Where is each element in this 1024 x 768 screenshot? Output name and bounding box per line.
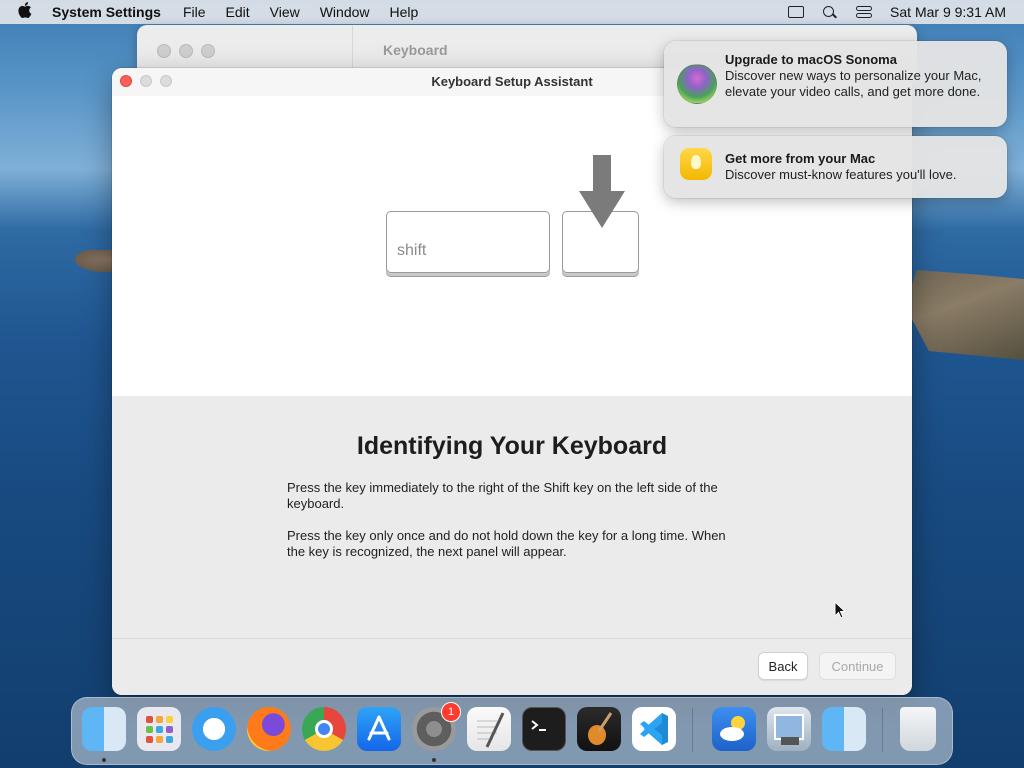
dock-separator <box>882 708 883 752</box>
firefox-icon[interactable] <box>247 707 291 751</box>
notification-body: Discover new ways to personalize your Ma… <box>725 68 982 99</box>
dock-separator <box>692 708 693 752</box>
control-center-icon[interactable] <box>856 5 873 19</box>
menu-extras: Sat Mar 9 9:31 AM <box>788 4 1006 20</box>
continue-button: Continue <box>819 652 896 680</box>
garageband-icon[interactable] <box>577 707 621 751</box>
running-indicator <box>432 758 436 762</box>
vscode-icon[interactable] <box>632 707 676 751</box>
running-indicator <box>102 758 106 762</box>
background-window-title: Keyboard <box>383 42 448 58</box>
finder-icon[interactable] <box>822 707 866 751</box>
notification-title: Get more from your Mac <box>725 151 876 166</box>
spotlight-search-icon[interactable] <box>822 5 838 19</box>
chrome-icon[interactable] <box>302 707 346 751</box>
notification-upgrade-sonoma[interactable]: Upgrade to macOS Sonoma Discover new way… <box>664 41 1007 127</box>
menu-app-name[interactable]: System Settings <box>52 4 161 20</box>
notification-badge: 1 <box>441 702 461 722</box>
menu-view[interactable]: View <box>270 4 300 20</box>
traffic-lights-inactive <box>157 44 215 58</box>
wallpaper-cliff-right <box>905 270 1024 360</box>
menu-bar: System Settings File Edit View Window He… <box>0 0 1024 24</box>
notification-tips[interactable]: Get more from your Mac Discover must-kno… <box>664 136 1007 198</box>
terminal-icon[interactable] <box>522 707 566 751</box>
instruction-paragraph-2: Press the key only once and do not hold … <box>287 528 726 559</box>
launchpad-icon[interactable] <box>137 707 181 751</box>
mouse-pointer-icon <box>834 601 846 619</box>
notification-body: Discover must-know features you'll love. <box>725 167 957 182</box>
weather-icon[interactable] <box>712 707 756 751</box>
textedit-icon[interactable] <box>467 707 511 751</box>
screen-mirroring-icon[interactable] <box>788 6 805 18</box>
safari-icon[interactable] <box>192 707 236 751</box>
shift-key-label: shift <box>397 242 427 259</box>
macos-sonoma-icon <box>677 64 717 104</box>
menu-clock[interactable]: Sat Mar 9 9:31 AM <box>890 4 1006 20</box>
dock: 1 <box>71 697 953 765</box>
menu-help[interactable]: Help <box>390 4 419 20</box>
close-button-inactive[interactable] <box>157 44 171 58</box>
zoom-button-inactive[interactable] <box>201 44 215 58</box>
down-arrow-icon <box>579 155 625 228</box>
page-heading: Identifying Your Keyboard <box>356 432 668 460</box>
instruction-paragraph-1: Press the key immediately to the right o… <box>287 480 718 511</box>
app-store-icon[interactable] <box>357 707 401 751</box>
button-bar: Back Continue <box>112 638 912 695</box>
system-settings-icon[interactable]: 1 <box>412 702 461 751</box>
tips-icon <box>680 148 712 180</box>
shift-key-illustration: shift <box>386 211 550 273</box>
notification-title: Upgrade to macOS Sonoma <box>725 52 897 67</box>
finder-icon[interactable] <box>82 707 126 751</box>
menu-file[interactable]: File <box>183 4 206 20</box>
back-button[interactable]: Back <box>758 652 808 680</box>
minimize-button-inactive[interactable] <box>179 44 193 58</box>
menu-edit[interactable]: Edit <box>226 4 250 20</box>
trash-icon[interactable] <box>900 707 936 751</box>
instructions-panel: Identifying Your Keyboard Press the key … <box>112 396 912 638</box>
menu-window[interactable]: Window <box>320 4 370 20</box>
apple-menu-icon[interactable] <box>18 2 38 22</box>
preview-icon[interactable] <box>767 707 811 751</box>
